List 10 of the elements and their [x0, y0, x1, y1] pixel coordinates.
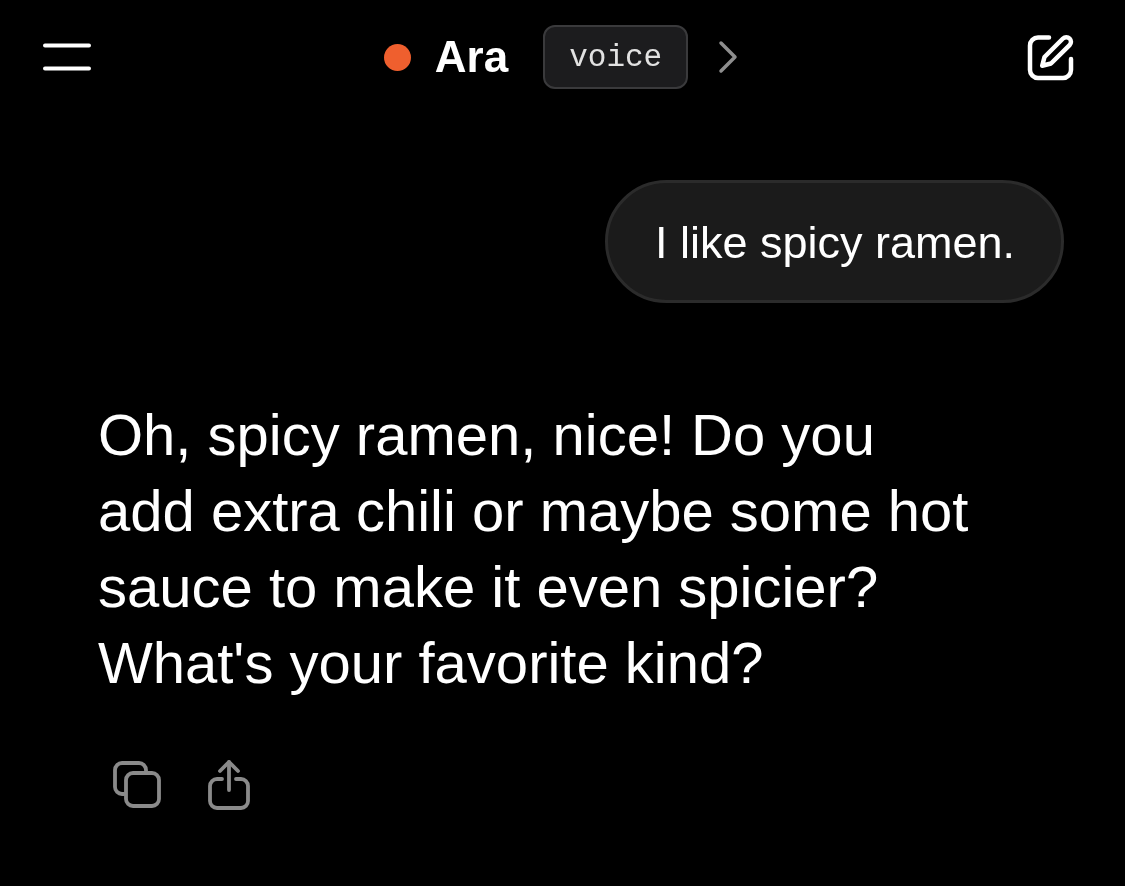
assistant-name: Ara	[434, 31, 509, 83]
share-icon[interactable]	[208, 759, 250, 810]
chevron-icon[interactable]	[718, 40, 739, 74]
copy-icon[interactable]	[113, 761, 161, 808]
menu-icon[interactable]	[43, 43, 91, 71]
user-message-bubble: I like spicy ramen.	[604, 180, 1064, 303]
status-dot-icon	[383, 43, 411, 71]
edit-icon[interactable]	[1027, 33, 1075, 81]
assistant-reply-text: Oh, spicy ramen, nice! Do you add extra chili or maybe some hot sauce to make it even spicier? What's your favorite kind?	[98, 401, 969, 697]
mode-badge: voice	[543, 25, 689, 89]
